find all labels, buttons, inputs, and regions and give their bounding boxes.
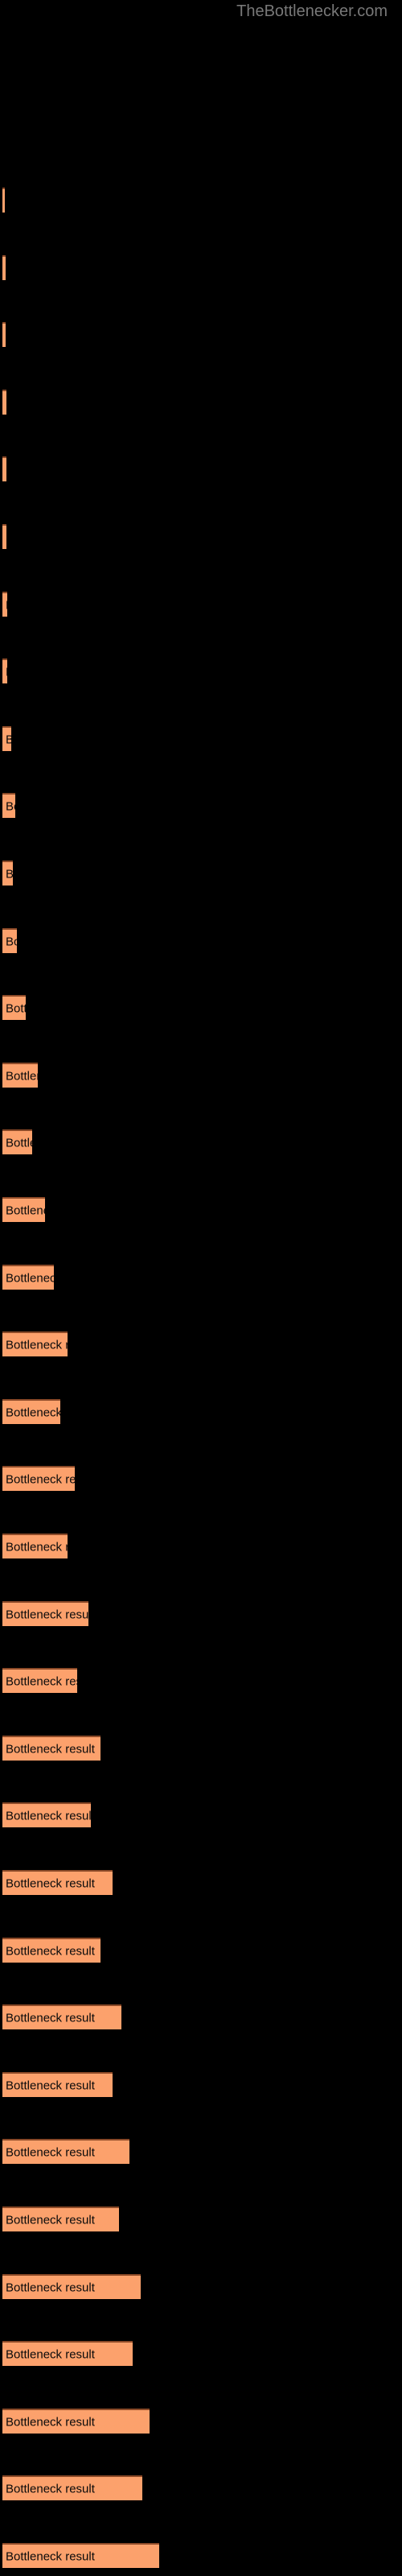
- chart-bar[interactable]: Bottleneck result: [2, 1063, 38, 1088]
- chart-bar[interactable]: Bottleneck result: [2, 1129, 32, 1154]
- chart-bar[interactable]: Bottleneck result: [2, 2207, 119, 2231]
- chart-bar-label: Bottleneck result: [6, 2482, 95, 2496]
- chart-bar-label: Bottleneck result: [6, 733, 11, 746]
- bottleneck-bar-chart: Bottleneck result Bottleneck result Bottle…: [0, 0, 402, 2576]
- chart-bar[interactable]: Bottleneck result: [2, 726, 12, 751]
- chart-bar-label: Bottleneck result: [6, 2011, 95, 2025]
- chart-bar[interactable]: Bottleneck result: [2, 1668, 77, 1693]
- chart-bar-label: Bottleneck result: [6, 1069, 38, 1083]
- chart-bar-label: Bottleneck result: [6, 1271, 54, 1285]
- chart-bar-label: Bottleneck result: [6, 1809, 91, 1823]
- chart-bar[interactable]: Bottleneck result: [2, 1197, 46, 1222]
- chart-bar[interactable]: Bottleneck result: [2, 1736, 100, 1761]
- chart-bar[interactable]: Bottleneck result: [2, 995, 26, 1020]
- chart-bar[interactable]: Bottleneck result: [2, 188, 5, 213]
- chart-bar[interactable]: Bottleneck result: [2, 1870, 113, 1895]
- chart-bar[interactable]: Bottleneck result: [2, 2341, 133, 2366]
- chart-bar[interactable]: Bottleneck result: [2, 2274, 141, 2299]
- chart-bar-label: Bottleneck result: [6, 2213, 95, 2227]
- chart-bar-label: Bottleneck result: [6, 2347, 95, 2361]
- chart-bar[interactable]: Bottleneck result: [2, 456, 7, 481]
- chart-bar-label: Bottleneck result: [6, 2415, 95, 2429]
- chart-bar-label: Bottleneck result: [6, 2549, 95, 2563]
- chart-bar-label: Bottleneck result: [6, 799, 15, 813]
- chart-bar-label: Bottleneck result: [6, 2281, 95, 2294]
- chart-bar[interactable]: Bottleneck result: [2, 2004, 122, 2029]
- chart-bar-label: Bottleneck result: [6, 935, 17, 948]
- chart-bar-label: Bottleneck result: [6, 1203, 45, 1217]
- chart-bar[interactable]: Bottleneck result: [2, 2072, 113, 2097]
- chart-bar-label: Bottleneck result: [6, 1406, 60, 1419]
- chart-bar[interactable]: Bottleneck result: [2, 322, 6, 347]
- chart-bar[interactable]: Bottleneck result: [2, 793, 15, 818]
- chart-bar[interactable]: Bottleneck result: [2, 524, 7, 549]
- chart-bar-label: Bottleneck result: [6, 2079, 95, 2092]
- chart-bar-label: Bottleneck result: [6, 598, 7, 612]
- chart-bar-label: Bottleneck result: [6, 665, 7, 679]
- chart-bar[interactable]: Bottleneck result: [2, 2543, 159, 2568]
- chart-bar-label: Bottleneck result: [6, 1338, 68, 1352]
- chart-bar-label: Bottleneck result: [6, 1742, 95, 1756]
- chart-bar[interactable]: Bottleneck result: [2, 255, 6, 280]
- chart-bar-label: Bottleneck result: [6, 1944, 95, 1958]
- chart-bar[interactable]: Bottleneck result: [2, 2139, 129, 2164]
- chart-bar[interactable]: Bottleneck result: [2, 2475, 143, 2500]
- chart-bar[interactable]: Bottleneck result: [2, 1802, 92, 1827]
- chart-bar[interactable]: Bottleneck result: [2, 1534, 68, 1558]
- chart-bar[interactable]: Bottleneck result: [2, 1466, 76, 1491]
- chart-bar[interactable]: Bottleneck result: [2, 1938, 100, 1963]
- chart-bar-label: Bottleneck result: [6, 1608, 88, 1621]
- chart-bar-label: Bottleneck result: [6, 867, 13, 881]
- chart-bar[interactable]: Bottleneck result: [2, 928, 18, 953]
- chart-bar-label: Bottleneck result: [6, 2145, 95, 2159]
- chart-bar[interactable]: Bottleneck result: [2, 390, 7, 415]
- chart-bar-label: Bottleneck result: [6, 1136, 32, 1150]
- chart-bar[interactable]: Bottleneck result: [2, 658, 8, 683]
- chart-bar[interactable]: Bottleneck result: [2, 861, 14, 886]
- chart-bar[interactable]: Bottleneck result: [2, 2409, 150, 2434]
- chart-bar-label: Bottleneck result: [6, 1540, 68, 1554]
- chart-bar-label: Bottleneck result: [6, 1472, 75, 1486]
- chart-bar-label: Bottleneck result: [6, 1674, 77, 1688]
- chart-bar-label: Bottleneck result: [6, 1876, 95, 1890]
- chart-bar-label: Bottleneck result: [6, 1001, 26, 1015]
- chart-bar[interactable]: Bottleneck result: [2, 592, 8, 617]
- chart-bar[interactable]: Bottleneck result: [2, 1399, 60, 1424]
- chart-bar[interactable]: Bottleneck result: [2, 1331, 68, 1356]
- chart-bar[interactable]: Bottleneck result: [2, 1265, 54, 1290]
- chart-bar[interactable]: Bottleneck result: [2, 1601, 88, 1626]
